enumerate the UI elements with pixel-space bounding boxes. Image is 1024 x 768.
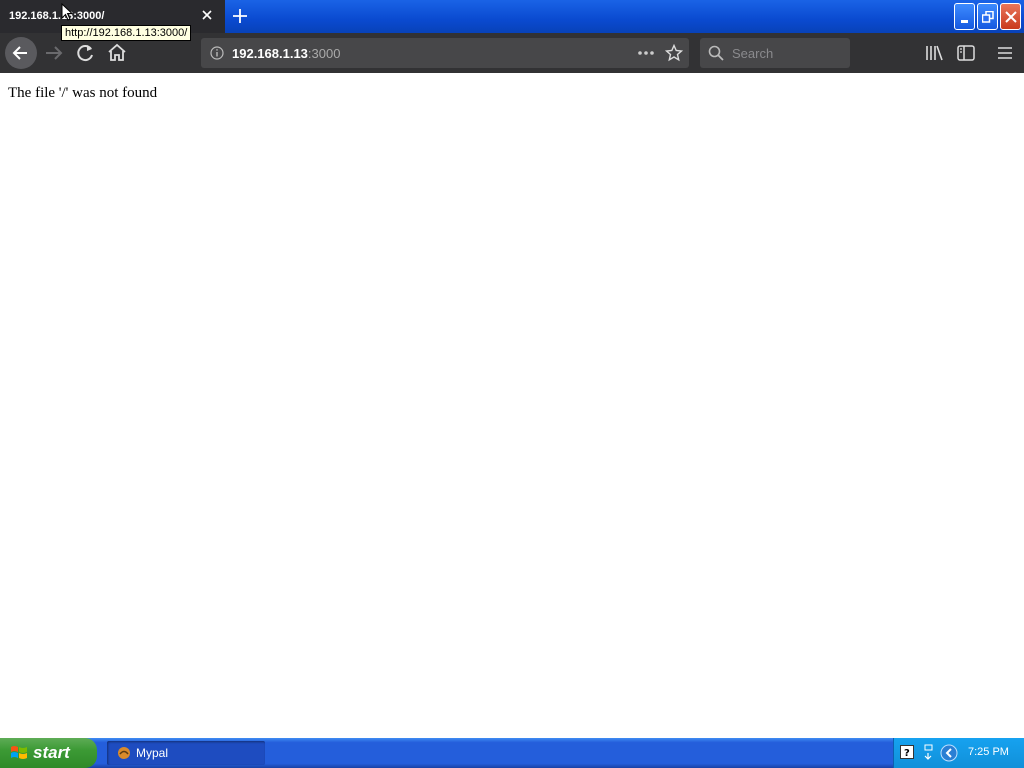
url-port: :3000 (307, 46, 341, 61)
start-label: start (33, 743, 70, 762)
windows-logo-icon (11, 746, 27, 759)
restore-icon (982, 11, 994, 23)
search-bar[interactable]: Search (700, 38, 850, 68)
page-actions-icon[interactable] (637, 50, 655, 56)
menu-icon[interactable] (997, 46, 1013, 60)
url-bar[interactable]: 192.168.1.13:3000 (201, 38, 689, 68)
forward-arrow-icon (46, 46, 63, 60)
reload-button[interactable] (71, 39, 99, 67)
url-host: 192.168.1.13 (232, 46, 308, 61)
system-tray: ? 7:25 PM (893, 738, 1024, 768)
url-text: 192.168.1.13:3000 (232, 46, 340, 61)
sidebar-icon[interactable] (957, 45, 975, 61)
error-message: The file '/' was not found (8, 85, 158, 101)
show-hidden-icons-icon[interactable] (940, 744, 958, 762)
reload-icon (77, 45, 93, 62)
clock: 7:25 PM (968, 746, 1009, 758)
search-icon (708, 45, 724, 61)
home-button[interactable] (103, 39, 131, 67)
start-button[interactable]: start (0, 738, 97, 768)
close-tab-icon[interactable] (200, 8, 214, 22)
home-icon (108, 43, 126, 61)
minimize-icon (961, 20, 968, 23)
new-tab-icon[interactable] (232, 8, 248, 24)
library-icon[interactable] (924, 44, 944, 62)
mouse-cursor-icon (61, 3, 73, 21)
network-icon[interactable] (922, 744, 934, 760)
back-arrow-icon (12, 46, 27, 60)
page-content: The file '/' was not found (0, 73, 1024, 738)
svg-text:?: ? (904, 748, 910, 759)
mypal-app-icon (118, 747, 130, 759)
forward-button[interactable] (40, 39, 68, 67)
bookmark-star-icon[interactable] (665, 44, 683, 62)
info-icon[interactable] (210, 46, 224, 60)
help-icon[interactable]: ? (900, 745, 914, 759)
taskbar-item-label: Mypal (136, 746, 169, 760)
back-button[interactable] (5, 37, 37, 69)
close-icon (1005, 11, 1017, 23)
tab-title: 192.168.1.13:3000/ (9, 10, 105, 22)
search-placeholder: Search (732, 46, 774, 61)
close-window-button[interactable] (1000, 3, 1021, 30)
restore-button[interactable] (977, 3, 998, 30)
url-tooltip: http://192.168.1.13:3000/ (61, 25, 192, 41)
minimize-button[interactable] (954, 3, 975, 30)
taskbar-item-mypal[interactable]: Mypal (107, 741, 265, 765)
taskbar: start Mypal ? 7:25 PM (0, 738, 1024, 768)
